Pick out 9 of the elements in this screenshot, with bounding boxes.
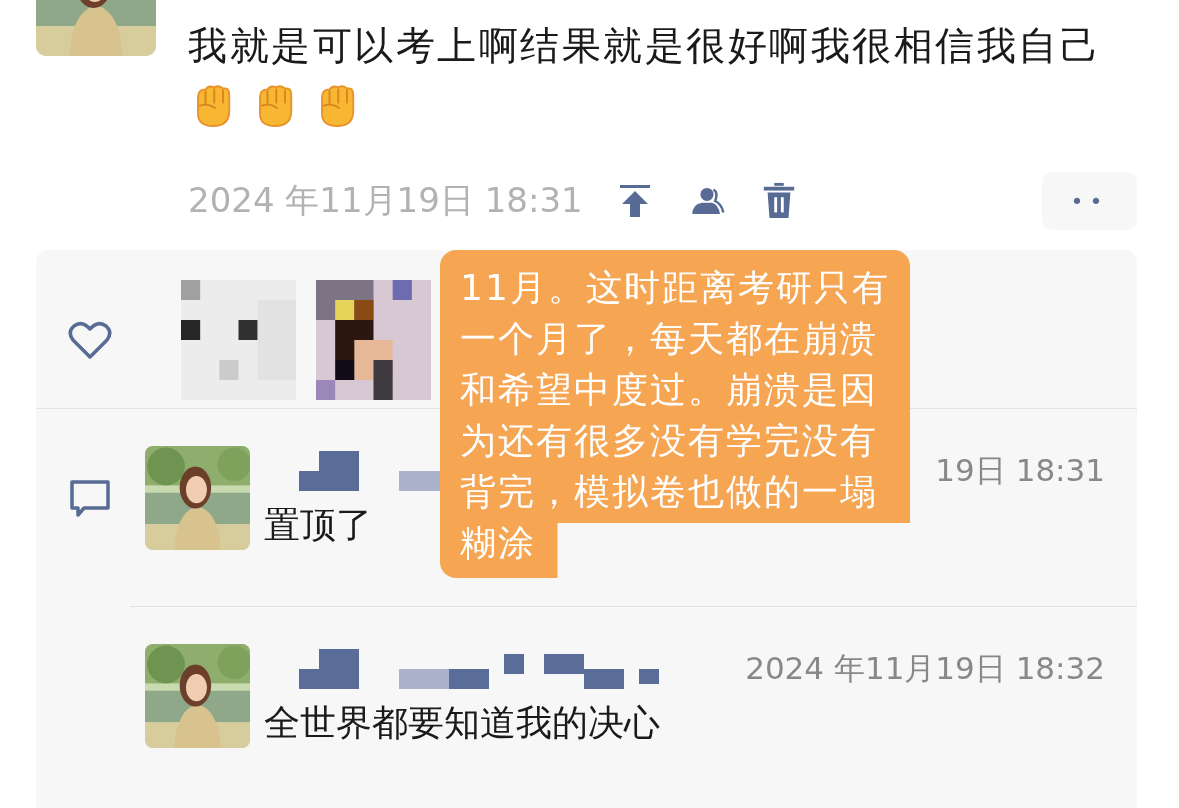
comment-text: 全世界都要知道我的决心 bbox=[264, 701, 660, 745]
more-button[interactable]: •• bbox=[1042, 172, 1137, 230]
heart-icon bbox=[68, 320, 112, 360]
post-text: 我就是可以考上啊结果就是很好啊我很相信我自己 bbox=[188, 14, 1144, 142]
comment-text: 置顶了 bbox=[264, 503, 372, 547]
comment-timestamp: 2024 年11月19日 18:32 bbox=[745, 649, 1105, 688]
post-timestamp: 2024 年11月19日 18:31 bbox=[188, 179, 583, 222]
comment-icon bbox=[68, 478, 112, 518]
comment-timestamp: 19日 18:31 bbox=[935, 451, 1105, 490]
